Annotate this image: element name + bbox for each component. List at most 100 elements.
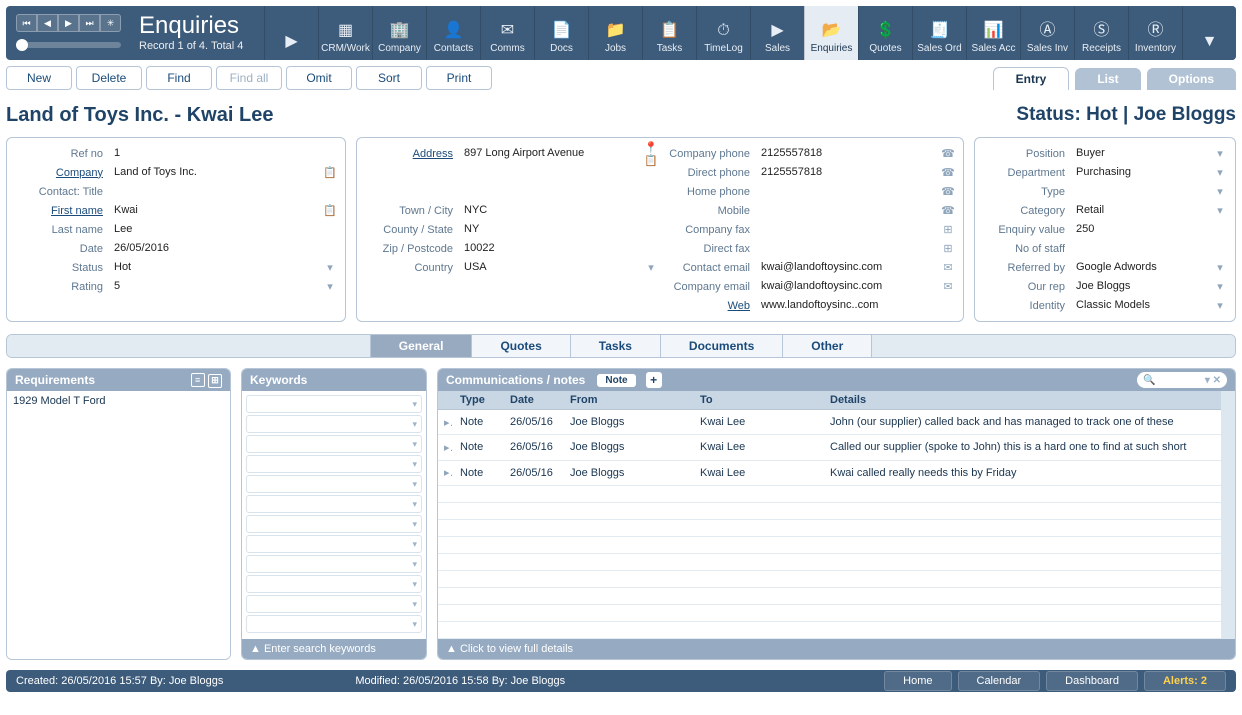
find-button[interactable]: Find <box>146 66 212 90</box>
field-department[interactable]: Purchasing <box>1073 165 1213 180</box>
field-address[interactable]: 897 Long Airport Avenue <box>461 146 644 161</box>
footer-alerts[interactable]: Alerts: 2 <box>1144 671 1226 691</box>
category-dropdown-icon[interactable]: ▾ <box>1213 204 1227 217</box>
tool-salesinv[interactable]: ⒶSales Inv <box>1020 6 1074 60</box>
comm-row[interactable]: ▸Note26/05/16Joe BloggsKwai LeeCalled ou… <box>438 435 1221 460</box>
company-icon[interactable]: 📋 <box>323 166 337 179</box>
field-town[interactable]: NYC <box>461 203 658 218</box>
tool-company[interactable]: 🏢Company <box>372 6 426 60</box>
keyword-row[interactable]: ▾ <box>246 495 422 513</box>
keyword-row[interactable]: ▾ <box>246 435 422 453</box>
detail-tab-tasks[interactable]: Tasks <box>570 335 660 357</box>
tool-contacts[interactable]: 👤Contacts <box>426 6 480 60</box>
referred_by-dropdown-icon[interactable]: ▾ <box>1213 261 1227 274</box>
keyword-row[interactable]: ▾ <box>246 475 422 493</box>
rec-new-button[interactable]: ✳ <box>100 14 121 32</box>
keywords-footer[interactable]: ▲ Enter search keywords <box>242 639 426 659</box>
keyword-row[interactable]: ▾ <box>246 615 422 633</box>
tool-inventory[interactable]: ⓇInventory <box>1128 6 1182 60</box>
tool-docs[interactable]: 📄Docs <box>534 6 588 60</box>
field-contact_email[interactable]: kwai@landoftoysinc.com <box>758 260 941 275</box>
keyword-row[interactable]: ▾ <box>246 595 422 613</box>
field-enquiry_value[interactable]: 250 <box>1073 222 1227 237</box>
footer-calendar[interactable]: Calendar <box>958 671 1041 691</box>
add-note-button[interactable]: + <box>646 372 662 388</box>
keyword-row[interactable]: ▾ <box>246 535 422 553</box>
status-dropdown-icon[interactable]: ▾ <box>323 261 337 274</box>
field-rating[interactable]: 5 <box>111 279 323 294</box>
keyword-row[interactable]: ▾ <box>246 575 422 593</box>
company_fax-icon[interactable]: ⊞ <box>941 223 955 236</box>
rec-prev-button[interactable]: ◀ <box>37 14 58 32</box>
comm-search[interactable]: 🔍▾ ✕ <box>1137 372 1227 388</box>
company_email-icon[interactable]: ✉ <box>941 280 955 293</box>
detail-tab-documents[interactable]: Documents <box>660 335 782 357</box>
comm-footer[interactable]: ▲ Click to view full details <box>438 639 1235 659</box>
field-direct_phone[interactable]: 2125557818 <box>758 165 941 180</box>
tab-list[interactable]: List <box>1075 68 1140 90</box>
keyword-row[interactable]: ▾ <box>246 415 422 433</box>
direct_phone-icon[interactable]: ☎ <box>941 166 955 179</box>
field-date[interactable]: 26/05/2016 <box>111 241 337 256</box>
field-last_name[interactable]: Lee <box>111 222 337 237</box>
field-no_of_staff[interactable] <box>1073 247 1227 250</box>
requirements-text[interactable]: 1929 Model T Ford <box>7 391 230 659</box>
footer-home[interactable]: Home <box>884 671 951 691</box>
field-first_name[interactable]: Kwai <box>111 203 323 218</box>
tool-jobs[interactable]: 📁Jobs <box>588 6 642 60</box>
detail-tab-quotes[interactable]: Quotes <box>471 335 569 357</box>
field-contact_title[interactable] <box>111 190 337 193</box>
field-home_phone[interactable] <box>758 190 941 193</box>
company_phone-icon[interactable]: ☎ <box>941 147 955 160</box>
comm-scrollbar[interactable] <box>1221 391 1235 639</box>
rating-dropdown-icon[interactable]: ▾ <box>323 280 337 293</box>
print-button[interactable]: Print <box>426 66 492 90</box>
tool-more[interactable]: ▼ <box>1182 6 1236 60</box>
detail-tab-other[interactable]: Other <box>782 335 871 357</box>
tool-receipts[interactable]: ⓈReceipts <box>1074 6 1128 60</box>
comm-row[interactable]: ▸Note26/05/16Joe BloggsKwai LeeKwai call… <box>438 460 1221 485</box>
field-company_fax[interactable] <box>758 228 941 231</box>
detail-tab-general[interactable]: General <box>370 335 472 357</box>
first_name-icon[interactable]: 📋 <box>323 204 337 217</box>
keyword-row[interactable]: ▾ <box>246 455 422 473</box>
field-mobile[interactable] <box>758 209 941 212</box>
tool-salesord[interactable]: 🧾Sales Ord <box>912 6 966 60</box>
tab-options[interactable]: Options <box>1147 68 1236 90</box>
tab-entry[interactable]: Entry <box>993 67 1070 90</box>
home_phone-icon[interactable]: ☎ <box>941 185 955 198</box>
tool-back[interactable]: ▶ <box>264 6 318 60</box>
field-country[interactable]: USA <box>461 260 644 275</box>
field-direct_fax[interactable] <box>758 247 941 250</box>
tool-timelog[interactable]: ⏱TimeLog <box>696 6 750 60</box>
comm-row[interactable]: ▸Note26/05/16Joe BloggsKwai LeeJohn (our… <box>438 410 1221 435</box>
delete-button[interactable]: Delete <box>76 66 142 90</box>
tool-enquiries[interactable]: 📂Enquiries <box>804 6 858 60</box>
field-category[interactable]: Retail <box>1073 203 1213 218</box>
field-company[interactable]: Land of Toys Inc. <box>111 165 323 180</box>
req-add-icon[interactable]: ⊞ <box>208 374 222 388</box>
field-our_rep[interactable]: Joe Bloggs <box>1073 279 1213 294</box>
our_rep-dropdown-icon[interactable]: ▾ <box>1213 280 1227 293</box>
field-county[interactable]: NY <box>461 222 658 237</box>
position-dropdown-icon[interactable]: ▾ <box>1213 147 1227 160</box>
country-dropdown-icon[interactable]: ▾ <box>644 261 658 274</box>
type-dropdown-icon[interactable]: ▾ <box>1213 185 1227 198</box>
identity-dropdown-icon[interactable]: ▾ <box>1213 299 1227 312</box>
field-zip[interactable]: 10022 <box>461 241 658 256</box>
field-company_email[interactable]: kwai@landoftoysinc.com <box>758 279 941 294</box>
field-referred_by[interactable]: Google Adwords <box>1073 260 1213 275</box>
rec-next-button[interactable]: ▶ <box>58 14 79 32</box>
field-position[interactable]: Buyer <box>1073 146 1213 161</box>
tool-sales-nav[interactable]: ▶Sales <box>750 6 804 60</box>
field-type[interactable] <box>1073 190 1213 193</box>
field-web[interactable]: www.landoftoysinc..com <box>758 298 955 313</box>
find-all-button[interactable]: Find all <box>216 66 282 90</box>
direct_fax-icon[interactable]: ⊞ <box>941 242 955 255</box>
record-slider[interactable] <box>16 42 121 48</box>
tool-quotes[interactable]: 💲Quotes <box>858 6 912 60</box>
rec-last-button[interactable]: ⏭ <box>79 14 100 32</box>
req-action-icon[interactable]: ≡ <box>191 373 205 387</box>
field-ref_no[interactable]: 1 <box>111 146 337 161</box>
rec-first-button[interactable]: ⏮ <box>16 14 37 32</box>
